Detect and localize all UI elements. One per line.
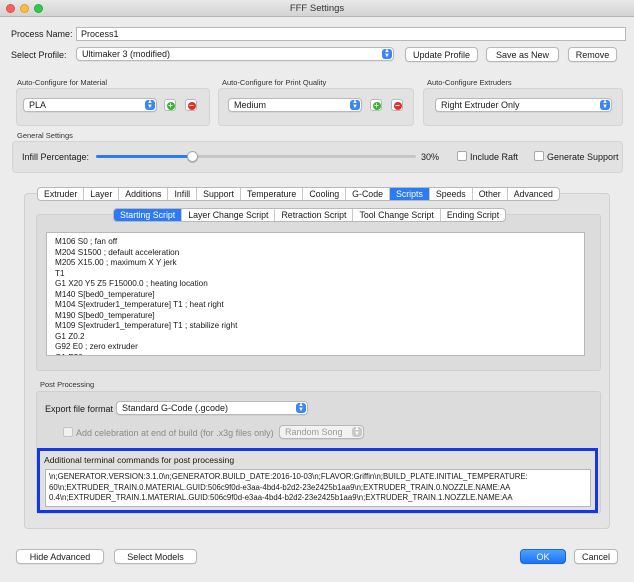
tab-g-code[interactable]: G-Code (346, 188, 390, 200)
tab-infill[interactable]: Infill (168, 188, 198, 200)
subtab-tool-change-script[interactable]: Tool Change Script (353, 209, 441, 221)
window-title: FFF Settings (289, 3, 345, 14)
terminal-commands-input[interactable]: \n;GENERATOR.VERSION:3.1.0\n;GENERATOR.B… (45, 469, 591, 507)
export-format-select[interactable]: Standard G-Code (.gcode) ▲ ▼ (116, 401, 308, 415)
tab-advanced[interactable]: Advanced (508, 188, 559, 200)
export-format-label: Export file format (45, 404, 114, 414)
subtab-retraction-script[interactable]: Retraction Script (275, 209, 354, 221)
subtab-starting-script[interactable]: Starting Script (114, 209, 183, 221)
tab-cooling[interactable]: Cooling (303, 188, 347, 200)
chevron-updown-icon: ▲ ▼ (296, 402, 306, 413)
remove-quality-button[interactable]: − (391, 99, 403, 111)
remove-material-button[interactable]: − (185, 99, 197, 111)
plus-icon: + (166, 100, 175, 110)
infill-value: 30% (421, 152, 440, 162)
plus-icon: + (372, 100, 381, 110)
generate-support-checkbox[interactable] (534, 151, 544, 161)
starting-script-editor[interactable]: M106 S0 ; fan off M204 S1500 ; default a… (46, 232, 585, 356)
post-processing-label: Post Processing (40, 380, 95, 389)
chevron-updown-icon: ▲ ▼ (600, 99, 610, 110)
material-select-value: PLA (29, 100, 47, 110)
profile-select-value: Ultimaker 3 (modified) (82, 49, 171, 59)
add-quality-button[interactable]: + (370, 99, 382, 111)
quality-select[interactable]: Medium ▲ ▼ (228, 98, 362, 112)
chevron-updown-icon: ▲ ▼ (350, 99, 360, 110)
tab-layer[interactable]: Layer (84, 188, 120, 200)
chevron-updown-icon: ▲ ▼ (352, 426, 362, 437)
process-name-input[interactable]: Process1 (76, 27, 626, 41)
infill-percentage-label: Infill Percentage: (22, 152, 90, 162)
script-tab-bar: Starting Script Layer Change Script Retrac… (113, 208, 507, 222)
save-as-new-button[interactable]: Save as New (486, 47, 559, 62)
settings-tab-bar: Extruder Layer Additions Infill Support Tempe… (37, 187, 560, 201)
profile-select[interactable]: Ultimaker 3 (modified) ▲ ▼ (76, 47, 394, 61)
tab-additions[interactable]: Additions (119, 188, 169, 200)
infill-slider[interactable] (96, 150, 416, 162)
tab-temperature[interactable]: Temperature (241, 188, 304, 200)
subtab-layer-change-script[interactable]: Layer Change Script (182, 209, 276, 221)
material-select[interactable]: PLA ▲ ▼ (23, 98, 157, 112)
tab-other[interactable]: Other (473, 188, 508, 200)
chevron-updown-icon: ▲ ▼ (382, 48, 392, 59)
ok-button[interactable]: OK (520, 549, 566, 564)
remove-profile-button[interactable]: Remove (568, 47, 617, 62)
autoconfig-material-label: Auto-Configure for Material (17, 78, 108, 87)
tab-support[interactable]: Support (197, 188, 241, 200)
tab-scripts[interactable]: Scripts (389, 188, 430, 200)
tab-speeds[interactable]: Speeds (430, 188, 473, 200)
export-format-value: Standard G-Code (.gcode) (122, 403, 229, 413)
include-raft-checkbox[interactable] (457, 151, 467, 161)
extruders-select[interactable]: Right Extruder Only ▲ ▼ (435, 98, 612, 112)
tab-extruder[interactable]: Extruder (38, 188, 85, 200)
minus-icon: − (187, 100, 196, 110)
autoconfig-quality-label: Auto-Configure for Print Quality (222, 78, 327, 87)
update-profile-button[interactable]: Update Profile (405, 47, 478, 62)
quality-select-value: Medium (234, 100, 267, 110)
include-raft-label: Include Raft (470, 152, 519, 162)
slider-fill (96, 155, 192, 158)
general-settings-label: General Settings (17, 131, 73, 140)
cancel-button[interactable]: Cancel (574, 549, 618, 564)
subtab-ending-script[interactable]: Ending Script (441, 209, 505, 221)
hide-advanced-button[interactable]: Hide Advanced (16, 549, 104, 564)
select-profile-label: Select Profile: (11, 50, 67, 60)
autoconfig-extruders-label: Auto-Configure Extruders (427, 78, 512, 87)
celebration-checkbox[interactable] (63, 427, 73, 437)
process-name-label: Process Name: (11, 29, 73, 39)
select-models-button[interactable]: Select Models (114, 549, 197, 564)
celebration-label: Add celebration at end of build (for .x3… (76, 428, 274, 438)
minus-icon: − (393, 100, 402, 110)
song-select[interactable]: Random Song ▲ ▼ (279, 425, 364, 439)
generate-support-label: Generate Support (547, 152, 619, 162)
chevron-updown-icon: ▲ ▼ (145, 99, 155, 110)
slider-knob[interactable] (187, 151, 198, 162)
title-bar: FFF Settings (0, 0, 634, 17)
extruders-select-value: Right Extruder Only (441, 100, 520, 110)
add-material-button[interactable]: + (164, 99, 176, 111)
song-select-value: Random Song (285, 427, 343, 437)
terminal-commands-label: Additional terminal commands for post pr… (44, 455, 235, 465)
